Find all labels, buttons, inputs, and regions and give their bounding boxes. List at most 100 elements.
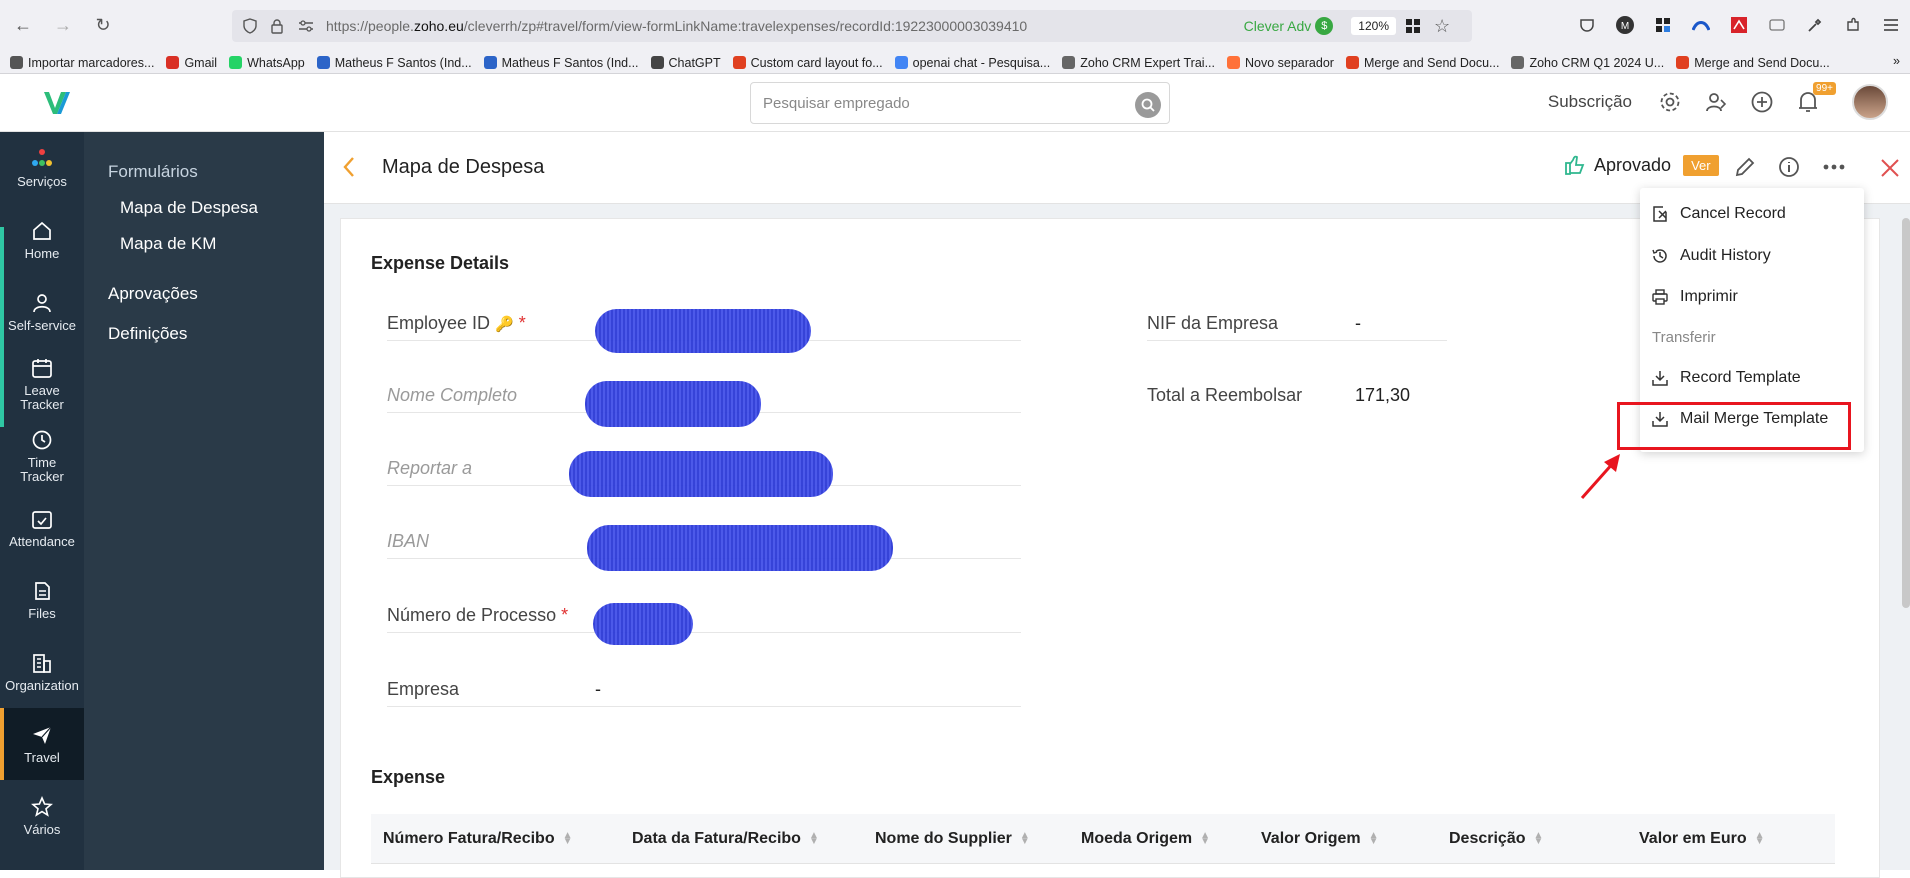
eyedropper-icon[interactable] (1804, 14, 1826, 36)
notification-badge: 99+ (1813, 82, 1836, 95)
sort-icon[interactable]: ▲ ▼ (1755, 830, 1765, 846)
column-label: Número Fatura/Recibo (383, 829, 555, 847)
pocket-icon[interactable] (1576, 14, 1598, 36)
menu-cancel-record[interactable]: Cancel Record (1640, 194, 1864, 234)
bookmark-item[interactable]: Custom card layout fo... (732, 55, 883, 70)
rail-item-organization[interactable]: Organization (0, 636, 84, 708)
rail-item-v-rios[interactable]: Vários (0, 780, 84, 852)
bookmark-star-icon[interactable]: ☆ (1434, 16, 1452, 36)
info-icon[interactable] (1778, 156, 1800, 178)
status-text: Aprovado (1594, 154, 1672, 175)
zoom-level[interactable]: 120% (1351, 17, 1396, 35)
reload-icon[interactable]: ↻ (92, 14, 114, 36)
back-chevron-icon[interactable] (342, 156, 356, 178)
bookmark-favicon-icon (650, 56, 664, 69)
table-column-header[interactable]: Valor Origem ▲ ▼ (1247, 830, 1435, 848)
bookmark-item[interactable]: Gmail (166, 56, 217, 70)
column-label: Data da Fatura/Recibo (632, 829, 801, 847)
nif-field: NIF da Empresa - (1147, 301, 1447, 341)
bookmark-item[interactable]: Zoho CRM Expert Trai... (1062, 56, 1215, 70)
bookmark-item[interactable]: ChatGPT (650, 56, 721, 70)
bookmark-item[interactable]: Merge and Send Docu... (1676, 56, 1830, 70)
menu-record-template[interactable]: Record Template (1640, 358, 1864, 398)
sort-icon[interactable]: ▲ ▼ (1200, 830, 1210, 846)
rail-item-label: Serviços (17, 173, 67, 189)
table-column-header[interactable]: Valor em Euro ▲ ▼ (1625, 830, 1835, 848)
extensions-puzzle-icon[interactable] (1842, 14, 1864, 36)
rail-item-attendance[interactable]: Attendance (0, 492, 84, 564)
sort-icon[interactable]: ▲ ▼ (809, 830, 819, 846)
forward-icon[interactable]: → (52, 14, 74, 36)
rail-item-travel[interactable]: Travel (0, 708, 84, 780)
bookmarks-overflow-icon[interactable]: » (1893, 54, 1900, 68)
user-icon (31, 292, 53, 319)
employee-search-input[interactable]: Pesquisar empregado (750, 82, 1170, 124)
sort-icon[interactable]: ▲ ▼ (1534, 830, 1544, 846)
reportar-a-label: Reportar a (387, 458, 473, 478)
panel-item-settings[interactable]: Definições (84, 324, 187, 344)
panel-item-mapa-despesa[interactable]: Mapa de Despesa (84, 198, 258, 218)
grid-icon[interactable] (1406, 17, 1424, 35)
extension-m-icon[interactable]: M (1614, 14, 1636, 36)
table-column-header[interactable]: Número Fatura/Recibo ▲ ▼ (371, 830, 618, 848)
settings-gear-icon[interactable] (1656, 88, 1684, 116)
bookmark-favicon-icon (1345, 56, 1359, 69)
table-column-header[interactable]: Data da Fatura/Recibo ▲ ▼ (618, 830, 861, 848)
clever-extension[interactable]: Clever Adv $ (1244, 17, 1334, 35)
bookmark-item[interactable]: Novo separador (1227, 56, 1334, 70)
extension-translate-icon[interactable] (1766, 14, 1788, 36)
table-column-header[interactable]: Nome do Supplier ▲ ▼ (861, 830, 1067, 848)
forms-heading[interactable]: Formulários (84, 162, 198, 182)
calendar-icon (31, 357, 53, 384)
extension-grid-icon[interactable] (1652, 14, 1674, 36)
bookmark-label: Matheus F Santos (Ind... (334, 55, 472, 70)
back-icon[interactable]: ← (12, 14, 34, 36)
menu-icon[interactable] (1880, 14, 1902, 36)
star-icon (31, 795, 53, 823)
rail-item-self-service[interactable]: Self-service (0, 276, 84, 348)
bookmark-item[interactable]: Zoho CRM Q1 2024 U... (1511, 56, 1664, 70)
bookmark-item[interactable]: WhatsApp (229, 56, 305, 70)
add-circle-icon[interactable] (1748, 88, 1776, 116)
panel-item-mapa-km[interactable]: Mapa de KM (84, 234, 216, 254)
bookmark-item[interactable]: Merge and Send Docu... (1345, 55, 1500, 70)
menu-imprimir[interactable]: Imprimir (1640, 277, 1864, 317)
ver-button[interactable]: Ver (1683, 154, 1719, 176)
rail-item-leave-tracker[interactable]: Leave Tracker (0, 348, 84, 420)
bookmark-item[interactable]: openai chat - Pesquisa... (894, 56, 1050, 70)
edit-pencil-icon[interactable] (1734, 156, 1756, 178)
bookmark-label: Custom card layout fo... (750, 55, 883, 70)
column-label: Valor em Euro (1639, 829, 1747, 847)
bookmark-item[interactable]: Importar marcadores... (10, 56, 154, 70)
nif-label: NIF da Empresa (1147, 313, 1279, 333)
rail-item-files[interactable]: Files (0, 564, 84, 636)
table-column-header[interactable]: Moeda Origem ▲ ▼ (1067, 830, 1247, 848)
menu-audit-history[interactable]: Audit History (1640, 236, 1864, 276)
table-column-header[interactable]: Descrição ▲ ▼ (1435, 830, 1625, 848)
extension-red-icon[interactable] (1728, 14, 1750, 36)
panel-item-approvals[interactable]: Aprovações (84, 284, 198, 304)
user-switch-icon[interactable] (1702, 88, 1730, 116)
address-bar[interactable]: https://people.zoho.eu/cleverrh/zp#trave… (232, 10, 1472, 42)
rail-item-servi-os[interactable]: Serviços (0, 132, 84, 204)
avatar[interactable] (1852, 84, 1888, 120)
numero-processo-label: Número de Processo * (387, 605, 569, 625)
close-icon[interactable] (1880, 158, 1900, 178)
bookmark-item[interactable]: Matheus F Santos (Ind... (483, 56, 639, 70)
bookmark-label: Merge and Send Docu... (1363, 55, 1500, 70)
more-options-icon[interactable] (1822, 156, 1846, 178)
rail-item-home[interactable]: Home (0, 204, 84, 276)
plane-icon (31, 724, 53, 751)
zoho-people-logo[interactable] (40, 86, 74, 120)
sort-icon[interactable]: ▲ ▼ (1369, 830, 1379, 846)
notification-bell-icon[interactable]: 99+ (1794, 82, 1836, 116)
scrollbar[interactable] (1902, 218, 1910, 608)
extension-wave-icon[interactable] (1690, 14, 1712, 36)
rail-item-time-tracker[interactable]: Time Tracker (0, 420, 84, 492)
bookmark-item[interactable]: Matheus F Santos (Ind... (316, 55, 472, 70)
subscription-link[interactable]: Subscrição (1548, 92, 1632, 112)
search-icon[interactable] (1135, 92, 1161, 118)
sort-icon[interactable]: ▲ ▼ (1020, 830, 1030, 846)
sort-icon[interactable]: ▲ ▼ (563, 830, 573, 846)
rail-item-label: Time Tracker (20, 454, 64, 484)
